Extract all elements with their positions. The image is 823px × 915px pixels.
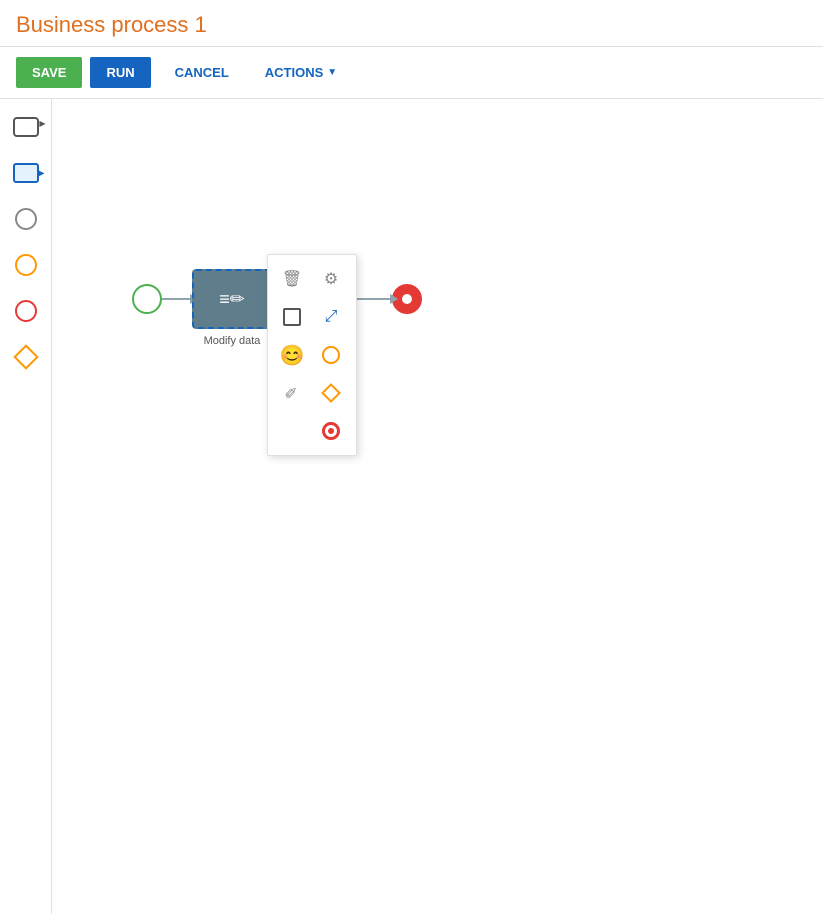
actions-button[interactable]: ACTIONS ▼ [253,57,349,88]
trash-icon: 🗑 [282,269,302,289]
canvas[interactable]: ≡✏ Modify data 🗑 ⚙ ⤢ 😊 [52,99,823,914]
ctx-task-button[interactable] [276,301,308,333]
dropdown-arrow-icon: ▼ [327,67,337,78]
sidebar-item-task[interactable] [8,109,44,145]
end-event-context-icon [322,422,340,440]
circle-orange-icon [322,346,340,364]
sidebar-item-subprocess[interactable] [8,155,44,191]
intermediate-event-icon [15,254,37,276]
subprocess-icon [13,163,39,183]
ctx-end-event-button[interactable] [315,415,347,447]
cancel-button[interactable]: CANCEL [159,57,245,88]
connector-left [162,298,192,300]
sidebar-item-gateway[interactable] [8,339,44,375]
task-icon [13,117,39,137]
end-event-context-inner [328,428,334,434]
ctx-delete-button[interactable]: 🗑 [276,263,308,295]
smiley-icon: 😊 [280,343,305,368]
actions-label: ACTIONS [265,65,324,80]
move-icon: ⤢ [325,308,338,326]
run-button[interactable]: RUN [90,57,150,88]
ctx-move-button[interactable]: ⤢ [315,301,347,333]
process-node-icon: ≡✏ [219,289,245,310]
context-menu: 🗑 ⚙ ⤢ 😊 ✏ [267,254,357,456]
end-node-inner [402,294,412,304]
process-node[interactable]: ≡✏ Modify data [192,269,272,329]
ctx-pencil-button[interactable]: ✏ [276,377,308,409]
ctx-circle-button[interactable] [315,339,347,371]
sidebar-item-intermediate-event[interactable] [8,247,44,283]
gateway-icon [13,344,38,369]
sidebar-item-start-event[interactable] [8,201,44,237]
ctx-smiley-button[interactable]: 😊 [276,339,308,371]
ctx-settings-button[interactable]: ⚙ [315,263,347,295]
ctx-diamond-button[interactable] [315,377,347,409]
process-node-label: Modify data [204,335,261,347]
page-title: Business process 1 [0,0,823,47]
task-node-icon [283,308,301,326]
diamond-icon [321,383,341,403]
end-event-icon [15,300,37,322]
toolbar: SAVE RUN CANCEL ACTIONS ▼ [0,47,823,99]
sidebar [0,99,52,914]
start-event-icon [15,208,37,230]
start-node[interactable] [132,284,162,314]
gear-icon: ⚙ [324,269,338,289]
pencil-icon: ✏ [280,381,304,405]
sidebar-item-end-event[interactable] [8,293,44,329]
save-button[interactable]: SAVE [16,57,82,88]
main-area: ≡✏ Modify data 🗑 ⚙ ⤢ 😊 [0,99,823,914]
